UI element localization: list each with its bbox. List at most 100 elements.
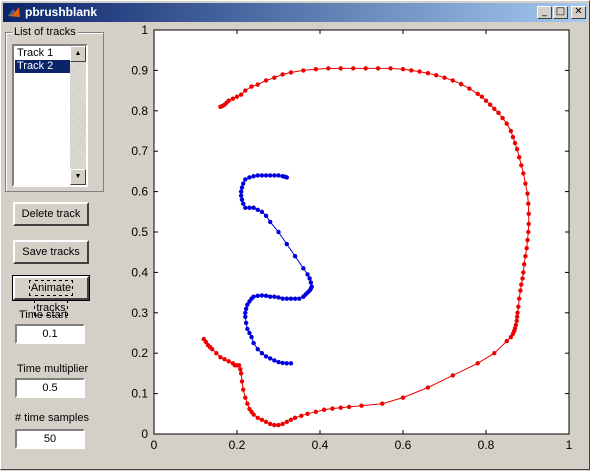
series-line-track-1	[203, 67, 530, 426]
data-point-track-2	[272, 358, 277, 363]
data-point-track-1	[475, 91, 480, 97]
data-point-track-1	[492, 351, 497, 356]
data-point-track-1	[514, 314, 520, 320]
data-point-track-1	[263, 78, 269, 83]
data-point-track-1	[487, 102, 493, 107]
data-point-track-1	[288, 70, 294, 75]
data-point-track-1	[479, 94, 485, 99]
data-point-track-2	[238, 189, 244, 194]
data-point-track-2	[280, 174, 285, 179]
data-point-track-1	[201, 336, 206, 342]
data-point-track-2	[301, 294, 306, 299]
app-window: pbrushblank _ □ ✕ List of tracks Track 1…	[0, 0, 590, 470]
data-point-track-2	[255, 207, 260, 212]
data-point-track-2	[284, 241, 289, 247]
y-tick-label: 1	[141, 23, 148, 37]
data-point-track-1	[363, 66, 368, 71]
data-point-track-1	[230, 361, 236, 366]
data-point-track-1	[521, 262, 527, 267]
data-point-track-2	[272, 173, 277, 178]
data-point-track-1	[524, 245, 529, 251]
data-point-track-1	[238, 367, 243, 372]
data-point-track-1	[272, 422, 277, 428]
data-point-track-1	[313, 66, 319, 72]
data-point-track-1	[526, 229, 531, 235]
data-point-track-1	[218, 355, 223, 360]
data-point-track-2	[276, 173, 281, 178]
data-point-track-2	[292, 296, 298, 301]
data-point-track-2	[251, 174, 256, 179]
data-point-track-1	[517, 155, 522, 160]
data-point-track-2	[243, 314, 248, 320]
x-tick-label: 0.4	[312, 438, 329, 452]
data-point-track-1	[516, 304, 521, 309]
data-point-track-2	[255, 173, 260, 178]
data-point-track-1	[249, 84, 254, 89]
x-tick-label: 1	[566, 438, 573, 452]
data-point-track-1	[442, 75, 447, 80]
data-point-track-2	[268, 294, 273, 299]
data-point-track-1	[521, 171, 526, 176]
data-point-track-1	[525, 237, 530, 243]
data-point-track-1	[515, 310, 520, 315]
data-point-track-1	[496, 110, 501, 116]
data-point-track-2	[263, 213, 269, 219]
data-point-track-1	[380, 401, 385, 406]
data-point-track-2	[245, 326, 250, 332]
tracks-plot: 0 0.2 0.4 0.6 0.8 1 0 0.1 0.2 0.3 0.4 0.5 0.6 0.7 0.8 0…	[131, 23, 573, 452]
data-point-track-1	[263, 419, 269, 425]
data-point-track-2	[292, 254, 298, 259]
data-point-track-1	[238, 92, 244, 97]
data-point-track-1	[222, 357, 227, 362]
data-point-track-1	[518, 288, 523, 293]
data-point-track-2	[243, 177, 248, 182]
data-point-track-1	[313, 409, 319, 414]
data-point-track-1	[255, 415, 260, 421]
data-point-track-1	[450, 373, 455, 378]
data-point-track-1	[272, 75, 277, 80]
data-point-track-2	[308, 280, 314, 285]
data-point-track-2	[268, 219, 273, 225]
data-point-track-1	[255, 82, 260, 87]
x-tick-label: 0.6	[395, 438, 412, 452]
data-point-track-2	[276, 229, 281, 235]
data-point-track-1	[241, 387, 246, 392]
data-point-track-2	[247, 205, 252, 210]
data-point-track-1	[458, 81, 464, 87]
data-point-track-1	[467, 86, 472, 91]
data-point-track-1	[475, 361, 480, 366]
data-point-track-2	[263, 293, 269, 299]
x-tick-label: 0.8	[478, 438, 495, 452]
data-point-track-1	[517, 296, 522, 301]
data-point-track-1	[425, 385, 431, 390]
data-point-track-2	[241, 201, 246, 206]
data-point-track-2	[239, 197, 245, 202]
y-tick-label: 0.7	[131, 144, 148, 158]
data-point-track-1	[234, 94, 240, 99]
data-point-track-2	[247, 175, 252, 180]
data-point-track-2	[251, 340, 256, 346]
data-point-track-2	[263, 354, 269, 359]
data-point-track-1	[375, 66, 381, 71]
y-tick-label: 0.8	[131, 104, 148, 118]
data-point-track-2	[259, 293, 265, 298]
data-point-track-1	[243, 395, 248, 400]
data-point-track-2	[243, 306, 249, 311]
data-point-track-2	[249, 334, 254, 340]
data-point-track-2	[263, 173, 269, 178]
data-point-track-1	[434, 73, 439, 78]
data-point-track-1	[425, 71, 431, 76]
data-point-track-2	[259, 209, 265, 214]
data-point-track-1	[520, 276, 525, 281]
data-point-track-1	[226, 98, 231, 103]
data-point-track-1	[288, 417, 294, 423]
x-tick-label: 0	[151, 438, 158, 452]
data-point-track-2	[239, 185, 245, 190]
data-point-track-2	[259, 351, 265, 356]
data-point-track-1	[514, 318, 519, 324]
data-point-track-1	[292, 415, 298, 421]
y-tick-label: 0	[141, 427, 148, 441]
data-point-track-1	[280, 421, 285, 427]
data-point-track-1	[519, 282, 524, 287]
data-point-track-2	[276, 359, 281, 365]
